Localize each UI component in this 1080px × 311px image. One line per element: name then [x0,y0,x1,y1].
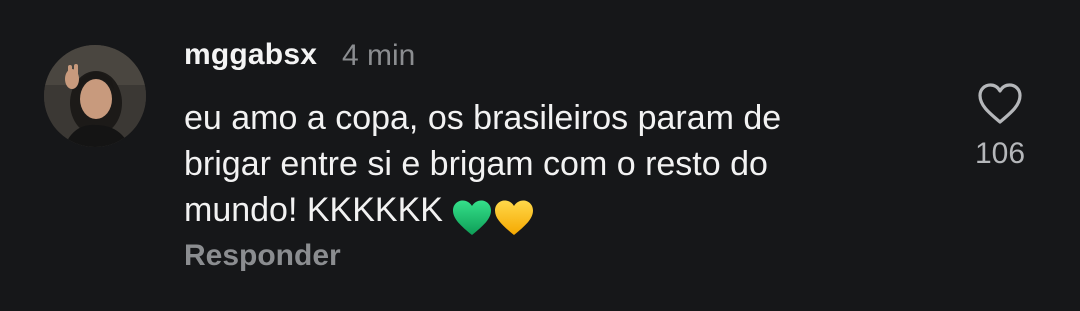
green-heart-icon [452,200,491,236]
avatar[interactable] [44,45,146,147]
comment-text: eu amo a copa, os brasileiros param de b… [184,95,924,239]
username[interactable]: mggabsx [184,38,317,72]
yellow-heart-icon [494,200,533,236]
reply-button[interactable]: Responder [184,239,341,273]
comment-line: mundo! KKKKKK [184,191,443,229]
comment-line: brigar entre si e brigam com o resto do [184,145,768,183]
like-button[interactable] [976,82,1024,126]
comment-line-with-emoji: mundo! KKKKKK [184,187,924,239]
like-count: 106 [974,137,1026,170]
comment-item: mggabsx 4 min eu amo a copa, os brasilei… [0,0,1080,311]
timestamp: 4 min [342,39,416,72]
emoji-group [451,193,535,239]
avatar-photo-icon [44,45,146,147]
comment-line: eu amo a copa, os brasileiros param de [184,99,782,137]
heart-outline-icon [978,83,1022,124]
